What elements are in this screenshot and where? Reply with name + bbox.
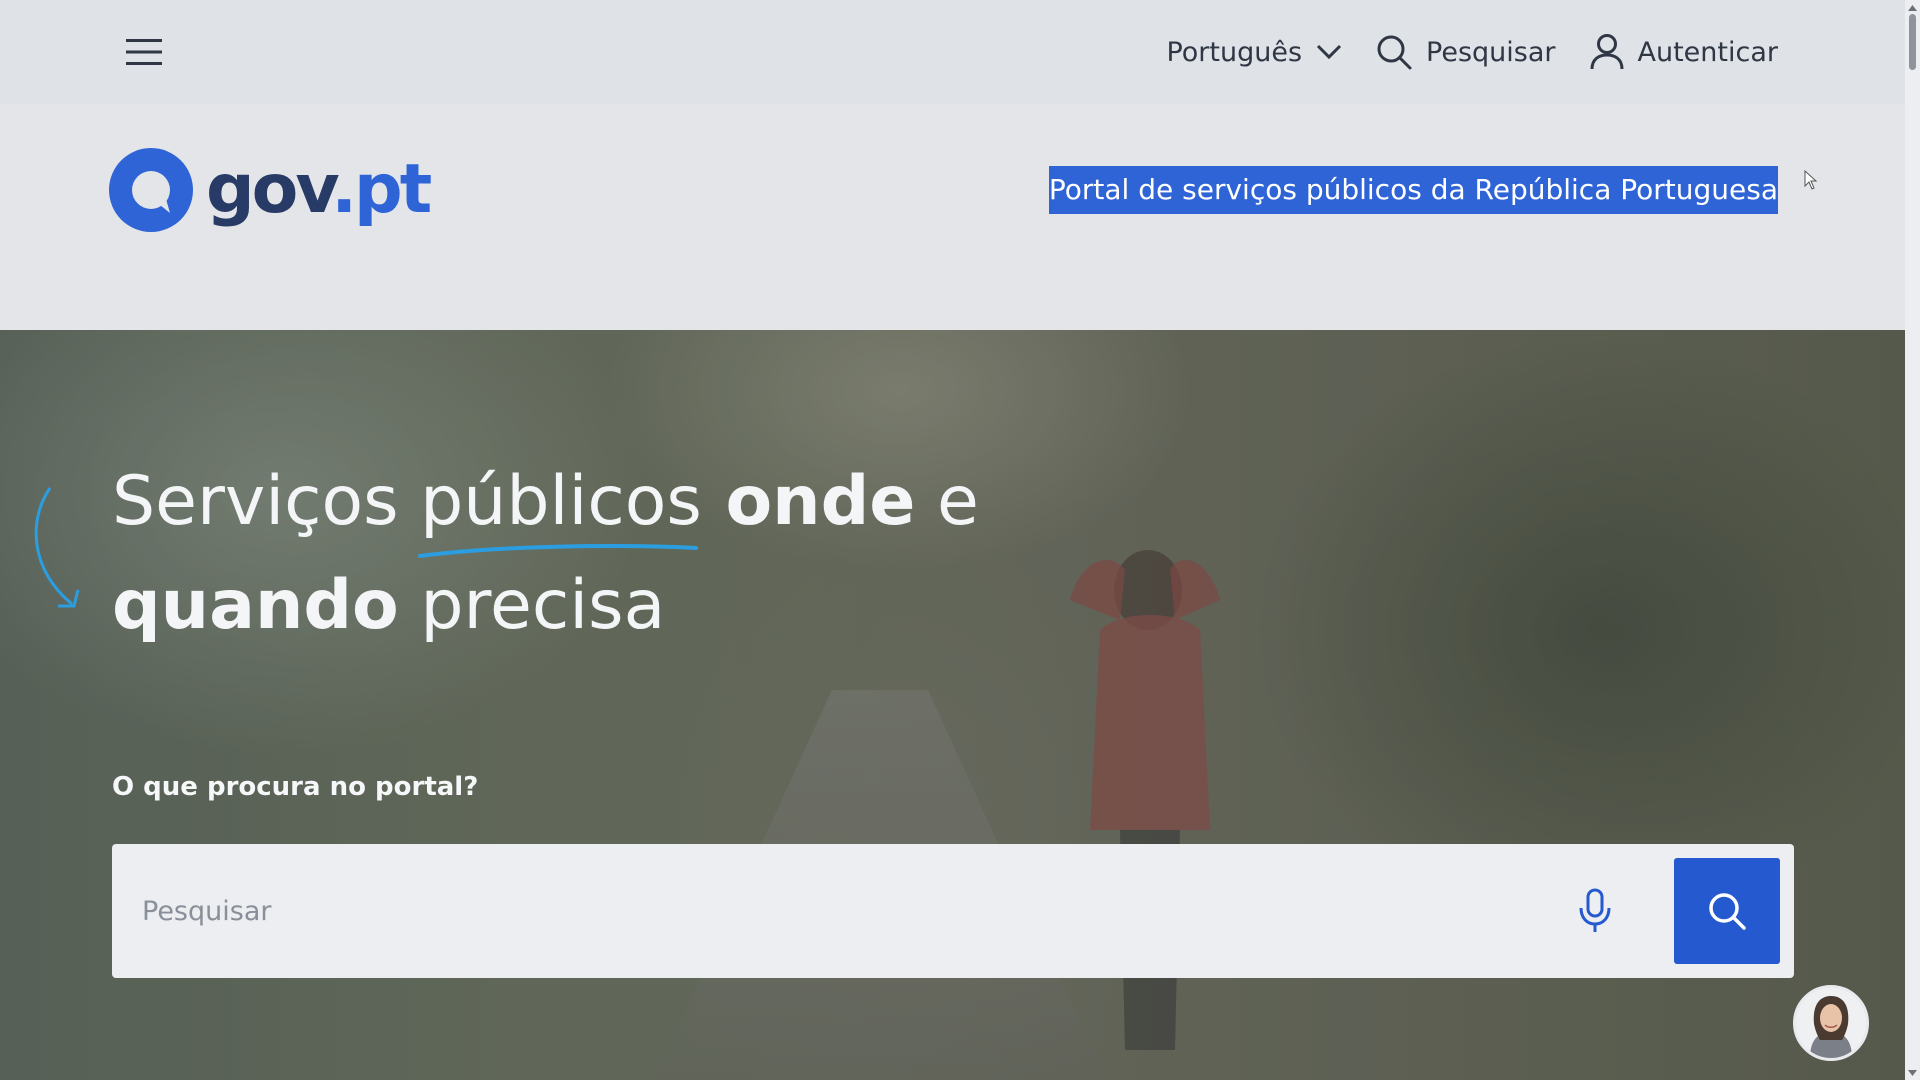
mouse-cursor-icon — [1804, 170, 1818, 190]
hero-title: Serviços públicos onde e quando precisa — [112, 450, 979, 658]
user-icon — [1590, 34, 1624, 70]
scroll-thumb[interactable] — [1909, 14, 1916, 70]
site-logo[interactable]: gov.pt — [108, 140, 432, 240]
assistant-avatar — [1796, 988, 1866, 1058]
chevron-down-icon — [1316, 44, 1342, 60]
logo-text-dot: . — [331, 150, 357, 229]
top-nav: Português Pesquisar Autenticar — [1166, 28, 1778, 76]
hero-title-part3: e — [915, 462, 979, 541]
voice-search-button[interactable] — [1570, 886, 1620, 936]
search-input[interactable] — [140, 874, 1500, 948]
hamburger-menu-icon — [126, 39, 162, 65]
gov-pt-logo-icon — [109, 148, 193, 232]
top-utility-bar: Português Pesquisar Autenticar — [0, 0, 1905, 104]
hero-title-underlined-text: públicos — [420, 462, 702, 541]
search-link-label: Pesquisar — [1426, 36, 1556, 68]
search-label: O que procura no portal? — [112, 772, 479, 802]
login-link[interactable]: Autenticar — [1590, 33, 1778, 71]
hero-title-line2-bold: quando — [112, 566, 399, 645]
search-box — [112, 844, 1794, 978]
page: Português Pesquisar Autenticar gov.pt Po… — [0, 0, 1920, 1080]
login-link-label: Autenticar — [1637, 36, 1778, 68]
microphone-icon — [1579, 888, 1611, 932]
search-icon — [1709, 893, 1746, 930]
scroll-up-arrow-icon[interactable] — [1908, 3, 1917, 12]
site-tagline: Portal de serviços públicos da República… — [1048, 166, 1778, 214]
underline-accent — [418, 544, 699, 558]
hero-title-line2-rest: precisa — [398, 566, 666, 645]
brand-header: gov.pt Portal de serviços públicos da Re… — [0, 104, 1905, 330]
search-icon — [1377, 35, 1412, 70]
search-link[interactable]: Pesquisar — [1376, 34, 1556, 70]
virtual-assistant-button[interactable] — [1793, 985, 1869, 1061]
logo-text-gov: gov — [206, 150, 334, 229]
hero-section: Serviços públicos onde e quando precisa … — [0, 330, 1905, 1080]
language-selector[interactable]: Português — [1166, 37, 1342, 68]
search-submit-button[interactable] — [1674, 858, 1780, 964]
vertical-scrollbar[interactable] — [1905, 0, 1920, 1080]
logo-wordmark: gov.pt — [206, 156, 432, 224]
hero-title-part2: onde — [701, 462, 916, 541]
hero-title-part1: Serviços — [112, 462, 421, 541]
scroll-down-arrow-icon[interactable] — [1908, 1068, 1917, 1077]
curved-arrow-icon — [34, 487, 80, 608]
logo-text-pt: pt — [354, 150, 432, 229]
language-label: Português — [1166, 36, 1303, 68]
menu-button[interactable] — [112, 24, 176, 80]
hero-title-underlined-word: públicos — [418, 450, 702, 558]
